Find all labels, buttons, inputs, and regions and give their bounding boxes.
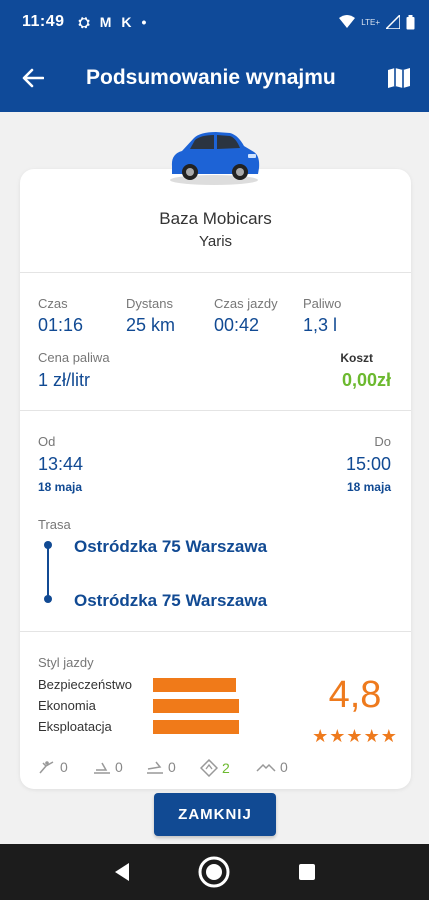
time-value: 01:16 (38, 315, 84, 335)
economy-bar (153, 699, 239, 713)
home-nav-icon[interactable] (197, 855, 231, 889)
event-count: 2 (222, 760, 230, 776)
divider (20, 272, 411, 273)
operation-label: Eksploatacja (38, 719, 112, 734)
car-model: Yaris (198, 233, 233, 250)
event-count: 0 (168, 759, 176, 775)
from-label: Od (38, 434, 56, 449)
route-end: Ostródzka 75 Warszawa (74, 591, 268, 610)
bump-icon (256, 763, 276, 772)
map-button[interactable] (369, 44, 429, 112)
status-bar: 11:49 ⛭ M K • LTE+ (0, 0, 429, 44)
map-icon (388, 68, 410, 88)
rental-summary-card: Baza Mobicars Yaris Czas 01:16 Dystans 2… (20, 169, 411, 789)
safety-label: Bezpieczeństwo (38, 677, 132, 692)
speeding-sign-icon (200, 759, 218, 777)
economy-label: Ekonomia (38, 698, 96, 713)
event-hard-acceleration: 0 (146, 759, 176, 775)
from-time: 13:44 (38, 454, 84, 474)
event-speeding: 2 (200, 759, 230, 777)
event-count: 0 (115, 759, 123, 775)
car-image (170, 132, 260, 185)
hard-braking-icon (94, 762, 110, 774)
hard-acceleration-icon (147, 761, 163, 774)
page-title: Podsumowanie wynajmu (86, 66, 336, 89)
signal-icon (386, 15, 400, 29)
safety-bar (153, 678, 236, 692)
event-count: 0 (60, 759, 68, 775)
time-label: Czas (38, 296, 68, 311)
driving-score: 4,8 (328, 674, 382, 716)
route-start: Ostródzka 75 Warszawa (74, 537, 268, 556)
content-area: Baza Mobicars Yaris Czas 01:16 Dystans 2… (0, 112, 429, 844)
from-date: 18 maja (38, 480, 83, 494)
notification-icon-1: ⛭ (78, 13, 90, 30)
base-name: Baza Mobicars (159, 209, 272, 228)
fuel-value: 1,3 l (303, 315, 338, 335)
gmail-notification-icon: M (99, 14, 112, 30)
status-time: 11:49 (22, 13, 65, 30)
drive-time-value: 00:42 (214, 315, 260, 335)
cost-value: 0,00zł (341, 370, 391, 390)
event-count: 0 (280, 759, 288, 775)
close-button[interactable]: ZAMKNIJ (154, 793, 276, 836)
arrow-left-icon (22, 68, 44, 88)
operation-bar (153, 720, 239, 734)
network-type: LTE+ (361, 17, 380, 27)
driving-style-label: Styl jazdy (38, 655, 94, 670)
fuel-price-label: Cena paliwa (38, 350, 110, 365)
to-date: 18 maja (346, 480, 391, 494)
event-hard-braking: 0 (93, 759, 123, 775)
distance-value: 25 km (126, 315, 176, 335)
back-nav-icon[interactable] (113, 862, 131, 882)
rating-stars: ★★★★★ (312, 726, 398, 746)
sharp-turn-icon (39, 761, 54, 774)
cost-label: Koszt (340, 351, 373, 365)
drive-time-label: Czas jazdy (214, 296, 278, 311)
recents-nav-icon[interactable] (298, 863, 316, 881)
app-bar: Podsumowanie wynajmu (0, 44, 429, 112)
event-bump: 0 (256, 759, 288, 775)
system-navigation-bar (0, 844, 429, 900)
divider (20, 631, 411, 632)
more-notifications-dot: • (141, 14, 147, 30)
route-end-dot (44, 595, 52, 603)
wifi-icon (339, 15, 356, 28)
notification-icon-3: K (121, 14, 132, 30)
route-start-dot (44, 541, 52, 549)
route-line (47, 545, 49, 600)
divider (20, 410, 411, 411)
to-time: 15:00 (345, 454, 391, 474)
event-sharp-turn: 0 (38, 759, 68, 775)
back-button[interactable] (0, 44, 66, 112)
fuel-price-value: 1 zł/litr (38, 370, 91, 390)
battery-icon (406, 14, 415, 29)
to-label: Do (374, 434, 391, 449)
distance-label: Dystans (126, 296, 173, 311)
route-label: Trasa (38, 517, 71, 532)
fuel-label: Paliwo (303, 296, 342, 311)
